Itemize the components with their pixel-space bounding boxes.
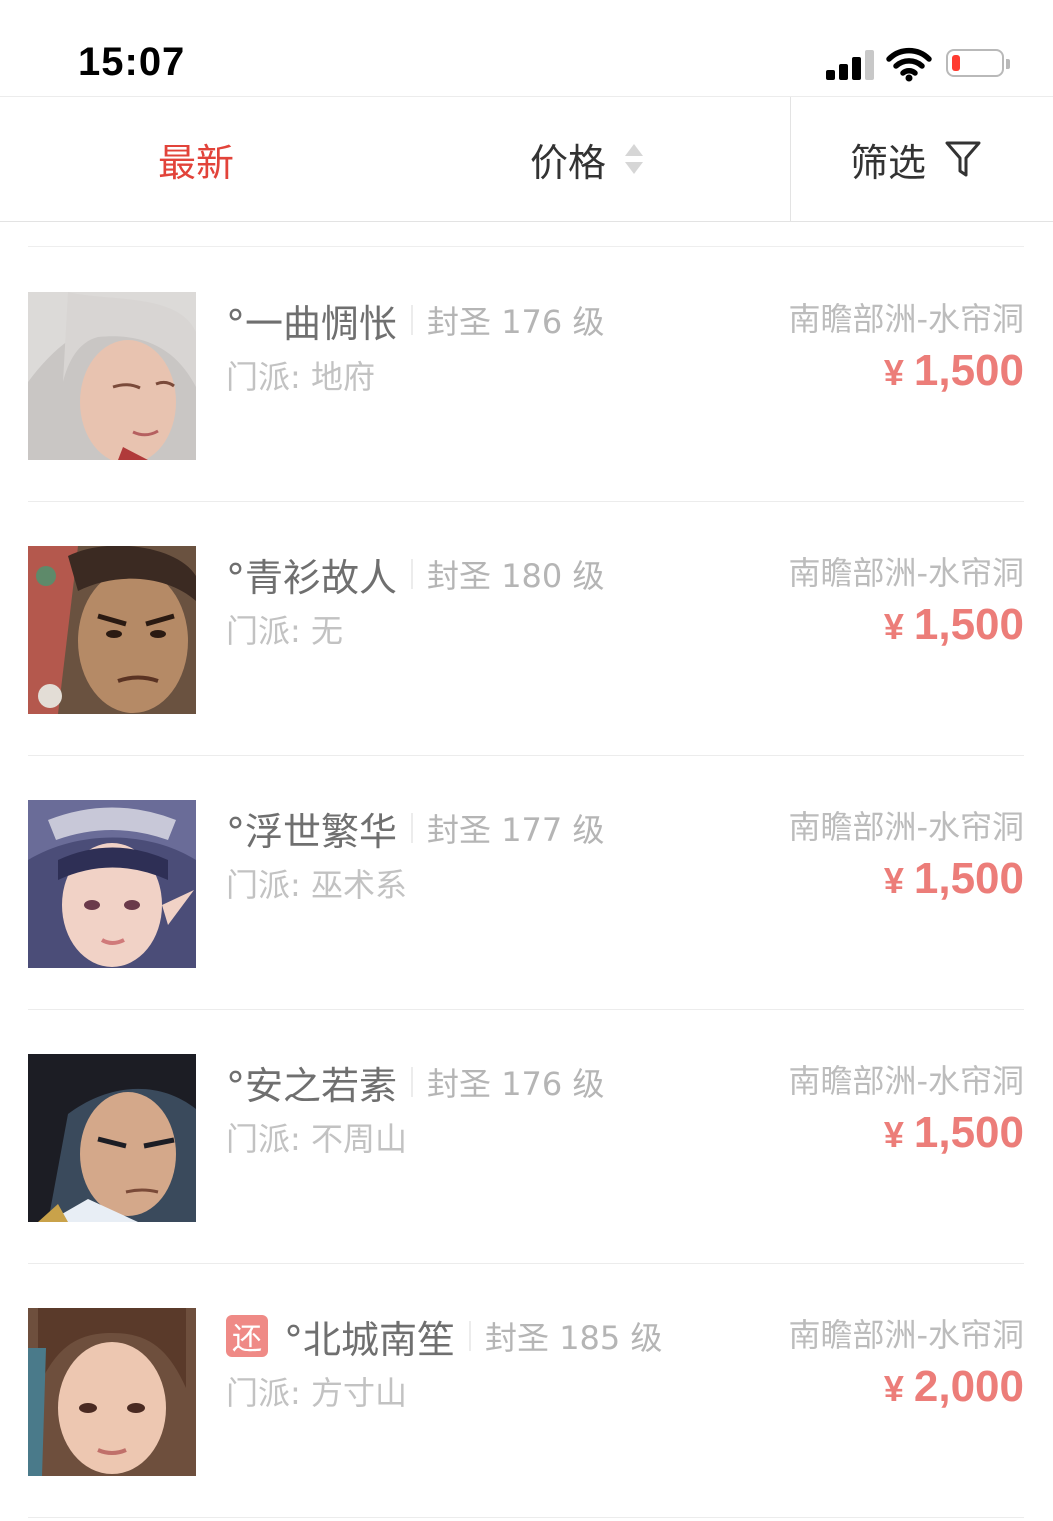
character-sect: 门派: 地府 (226, 358, 375, 396)
price: ¥1,500 (884, 600, 1024, 650)
divider (28, 1517, 1024, 1518)
server-name: 南瞻部洲-水帘洞 (788, 554, 1024, 592)
price: ¥1,500 (884, 346, 1024, 396)
currency-symbol: ¥ (883, 1114, 904, 1155)
character-level: 封圣 176 级 (427, 303, 605, 341)
price-value: 1,500 (913, 854, 1024, 903)
filter-button[interactable]: 筛选 (850, 97, 982, 221)
battery-icon (946, 49, 1010, 77)
name-row: °青衫故人 封圣 180 级 (226, 546, 604, 602)
character-name: °青衫故人 (226, 555, 398, 600)
wifi-icon (886, 47, 932, 82)
price: ¥2,000 (884, 1362, 1024, 1412)
name-row: °安之若素 封圣 176 级 (226, 1054, 604, 1110)
price-value: 2,000 (913, 1362, 1024, 1411)
avatar-elf-female (28, 800, 196, 968)
character-name: °浮世繁华 (226, 809, 398, 854)
character-name: °北城南笙 (284, 1317, 456, 1362)
character-sect: 门派: 巫术系 (226, 866, 407, 904)
avatar-dark-hair-male (28, 1054, 196, 1222)
negotiable-badge: 还 (226, 1315, 268, 1357)
cellular-signal-icon (826, 50, 874, 80)
character-level: 封圣 185 级 (485, 1319, 663, 1357)
divider (469, 1321, 472, 1351)
status-bar: 15:07 (0, 0, 1053, 96)
character-sect: 门派: 方寸山 (226, 1374, 407, 1412)
currency-symbol: ¥ (883, 1368, 904, 1409)
avatar-silver-hair-female (28, 292, 196, 460)
list-item[interactable]: °青衫故人 封圣 180 级 门派: 无 南瞻部洲-水帘洞 ¥1,500 (0, 502, 1053, 756)
avatar-warrior-male (28, 546, 196, 714)
name-row: °一曲惆怅 封圣 176 级 (226, 292, 604, 348)
divider (411, 813, 414, 843)
divider (28, 246, 1024, 247)
divider (790, 97, 791, 221)
currency-symbol: ¥ (883, 860, 904, 901)
divider (411, 559, 414, 589)
list-item[interactable]: °一曲惆怅 封圣 176 级 门派: 地府 南瞻部洲-水帘洞 ¥1,500 (0, 248, 1053, 502)
sort-price-tab[interactable]: 价格 (530, 97, 644, 221)
list-item[interactable]: °浮世繁华 封圣 177 级 门派: 巫术系 南瞻部洲-水帘洞 ¥1,500 (0, 756, 1053, 1010)
price-value: 1,500 (913, 1108, 1024, 1157)
currency-symbol: ¥ (883, 606, 904, 647)
server-name: 南瞻部洲-水帘洞 (788, 808, 1024, 846)
server-name: 南瞻部洲-水帘洞 (788, 300, 1024, 338)
sort-filter-bar: 最新 价格 筛选 (0, 96, 1053, 222)
filter-funnel-icon (945, 141, 981, 177)
divider (411, 1067, 414, 1097)
sort-price-label: 价格 (530, 140, 607, 185)
list-item[interactable]: 还 °北城南笙 封圣 185 级 门派: 方寸山 南瞻部洲-水帘洞 ¥2,000 (0, 1264, 1053, 1518)
filter-label: 筛选 (850, 140, 927, 185)
price: ¥1,500 (884, 1108, 1024, 1158)
name-row: 还 °北城南笙 封圣 185 级 (226, 1308, 662, 1364)
status-time: 15:07 (78, 40, 186, 84)
sort-newest-tab[interactable]: 最新 (158, 97, 234, 221)
character-level: 封圣 180 级 (427, 557, 605, 595)
divider (411, 305, 414, 335)
character-name: °安之若素 (226, 1063, 398, 1108)
list-item[interactable]: °安之若素 封圣 176 级 门派: 不周山 南瞻部洲-水帘洞 ¥1,500 (0, 1010, 1053, 1264)
character-name: °一曲惆怅 (226, 301, 398, 346)
price: ¥1,500 (884, 854, 1024, 904)
name-row: °浮世繁华 封圣 177 级 (226, 800, 604, 856)
currency-symbol: ¥ (883, 352, 904, 393)
price-value: 1,500 (913, 600, 1024, 649)
avatar-brown-hair-female (28, 1308, 196, 1476)
sort-newest-label: 最新 (158, 140, 235, 185)
price-value: 1,500 (913, 346, 1024, 395)
server-name: 南瞻部洲-水帘洞 (788, 1316, 1024, 1354)
character-sect: 门派: 不周山 (226, 1120, 407, 1158)
sort-arrows-icon (624, 141, 644, 177)
character-level: 封圣 177 级 (427, 811, 605, 849)
server-name: 南瞻部洲-水帘洞 (788, 1062, 1024, 1100)
character-sect: 门派: 无 (226, 612, 343, 650)
character-level: 封圣 176 级 (427, 1065, 605, 1103)
